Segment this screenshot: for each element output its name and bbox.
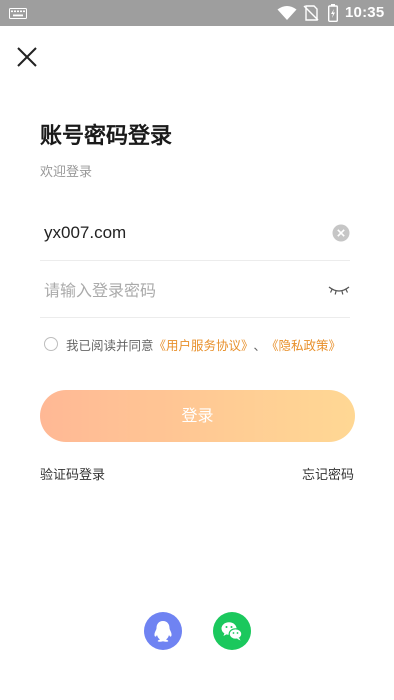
wechat-icon	[221, 622, 243, 641]
clear-input-icon[interactable]	[332, 224, 350, 242]
wechat-login-button[interactable]	[213, 612, 251, 650]
close-icon[interactable]	[16, 46, 38, 68]
battery-charging-icon	[328, 4, 338, 22]
qq-icon	[154, 621, 172, 642]
status-time: 10:35	[345, 4, 385, 21]
page-subtitle: 欢迎登录	[40, 165, 93, 180]
status-bar: 10:35	[0, 0, 394, 26]
wifi-icon	[277, 6, 297, 20]
keyboard-icon	[9, 8, 27, 19]
account-field-container	[40, 205, 350, 261]
user-agreement-link[interactable]: 《用户服务协议》	[154, 335, 254, 354]
password-field-container	[40, 262, 350, 318]
account-input[interactable]	[44, 219, 314, 247]
page-title: 账号密码登录	[40, 124, 173, 149]
agreement-separator: 、	[253, 337, 267, 353]
no-sim-icon	[303, 5, 319, 21]
forgot-password-link[interactable]: 忘记密码	[302, 464, 354, 483]
agreement-checkbox[interactable]	[44, 337, 58, 351]
agreement-row: 我已阅读并同意 《用户服务协议》 、 《隐私政策》	[44, 334, 341, 354]
privacy-policy-link[interactable]: 《隐私政策》	[266, 335, 341, 354]
password-input[interactable]	[44, 276, 314, 304]
eye-closed-icon[interactable]	[328, 284, 350, 296]
sms-login-link[interactable]: 验证码登录	[40, 464, 105, 483]
login-button[interactable]: 登录	[40, 390, 355, 442]
agreement-prefix: 我已阅读并同意	[66, 337, 154, 353]
qq-login-button[interactable]	[144, 612, 182, 650]
